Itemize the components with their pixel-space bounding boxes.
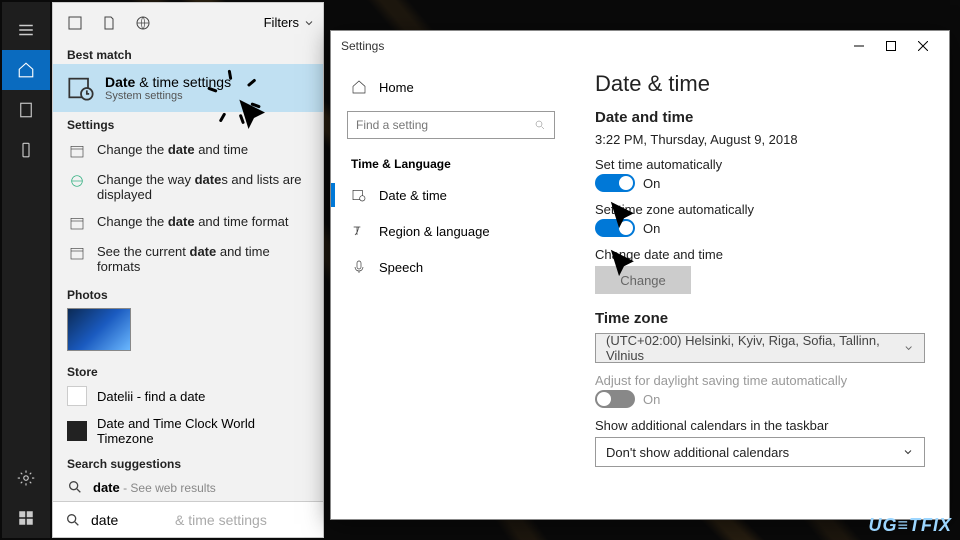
close-button[interactable] bbox=[907, 31, 939, 61]
documents-scope-icon[interactable] bbox=[95, 9, 123, 37]
filters-label: Filters bbox=[264, 15, 299, 30]
search-panel: Filters Best match Date & time settings … bbox=[52, 2, 324, 538]
store-section-label: Store bbox=[53, 359, 323, 381]
nav-region-lang[interactable]: Region & language bbox=[331, 213, 571, 249]
apps-scope-icon[interactable] bbox=[61, 9, 89, 37]
filters-dropdown[interactable]: Filters bbox=[264, 15, 315, 30]
auto-time-toggle[interactable] bbox=[595, 174, 635, 192]
calendar-icon bbox=[67, 142, 87, 160]
nav-speech[interactable]: Speech bbox=[331, 249, 571, 285]
page-title: Date & time bbox=[595, 71, 925, 97]
nav-home[interactable]: Home bbox=[331, 69, 571, 105]
home-icon bbox=[351, 79, 367, 95]
calendar-icon bbox=[67, 214, 87, 232]
minimize-button[interactable] bbox=[843, 31, 875, 61]
auto-tz-toggle[interactable] bbox=[595, 219, 635, 237]
titlebar[interactable]: Settings bbox=[331, 31, 949, 61]
calendar-select[interactable]: Don't show additional calendars bbox=[595, 437, 925, 467]
window-title: Settings bbox=[341, 39, 384, 53]
result-date-lists-format[interactable]: Change the way dates and lists are displ… bbox=[53, 166, 323, 208]
auto-tz-label: Set time zone automatically bbox=[595, 202, 925, 217]
store-item-world-clock[interactable]: Date and Time Clock World Timezone bbox=[53, 411, 323, 451]
web-suggestion[interactable]: date - See web results bbox=[53, 473, 323, 501]
best-match-title: Date & time settings bbox=[105, 74, 231, 90]
search-box[interactable]: & time settings bbox=[53, 501, 323, 537]
calendar-icon bbox=[67, 244, 87, 262]
photos-section-label: Photos bbox=[53, 282, 323, 304]
settings-section-label: Settings bbox=[53, 112, 323, 134]
nav-date-time[interactable]: Date & time bbox=[331, 177, 571, 213]
toggle-state: On bbox=[643, 176, 660, 191]
find-setting-input[interactable]: Find a setting bbox=[347, 111, 555, 139]
web-scope-icon[interactable] bbox=[129, 9, 157, 37]
chevron-down-icon bbox=[303, 17, 315, 29]
start-icon[interactable] bbox=[2, 498, 50, 538]
toggle-state: On bbox=[643, 392, 660, 407]
photo-thumbnail[interactable] bbox=[67, 308, 131, 351]
app-icon bbox=[67, 386, 87, 406]
current-datetime: 3:22 PM, Thursday, August 9, 2018 bbox=[595, 132, 925, 147]
menu-icon[interactable] bbox=[2, 10, 50, 50]
home-icon[interactable] bbox=[2, 50, 50, 90]
settings-gear-icon[interactable] bbox=[2, 458, 50, 498]
microphone-icon bbox=[351, 259, 367, 275]
cortana-rail bbox=[2, 2, 50, 538]
auto-time-label: Set time automatically bbox=[595, 157, 925, 172]
search-icon bbox=[67, 479, 83, 495]
best-match-subtitle: System settings bbox=[105, 90, 231, 102]
settings-content: Date & time Date and time 3:22 PM, Thurs… bbox=[571, 61, 949, 519]
globe-icon bbox=[67, 172, 87, 190]
chevron-down-icon bbox=[902, 446, 914, 458]
best-match-result[interactable]: Date & time settings System settings bbox=[53, 64, 323, 112]
change-dt-label: Change date and time bbox=[595, 247, 925, 262]
timezone-select[interactable]: (UTC+02:00) Helsinki, Kyiv, Riga, Sofia,… bbox=[595, 333, 925, 363]
section-heading: Date and time bbox=[595, 109, 925, 126]
cal-label: Show additional calendars in the taskbar bbox=[595, 418, 925, 433]
settings-window: Settings Home Find a setting Time & Lang… bbox=[330, 30, 950, 520]
search-scope-bar: Filters bbox=[53, 3, 323, 42]
calendar-clock-icon bbox=[67, 74, 95, 102]
settings-results: Change the date and time Change the way … bbox=[53, 134, 323, 282]
language-icon bbox=[351, 223, 367, 239]
nav-group-label: Time & Language bbox=[331, 151, 571, 177]
search-ghost-text: & time settings bbox=[175, 512, 267, 528]
toggle-state: On bbox=[643, 221, 660, 236]
calendar-clock-icon bbox=[351, 187, 367, 203]
store-item-datelii[interactable]: Datelii - find a date bbox=[53, 381, 323, 411]
change-button: Change bbox=[595, 266, 691, 294]
search-icon bbox=[65, 512, 81, 528]
maximize-button[interactable] bbox=[875, 31, 907, 61]
tz-heading: Time zone bbox=[595, 310, 925, 327]
notebook-icon[interactable] bbox=[2, 90, 50, 130]
dst-label: Adjust for daylight saving time automati… bbox=[595, 373, 925, 388]
best-match-label: Best match bbox=[53, 42, 323, 64]
search-icon bbox=[534, 119, 546, 131]
device-icon[interactable] bbox=[2, 130, 50, 170]
result-date-time-format[interactable]: Change the date and time format bbox=[53, 208, 323, 238]
suggestions-section-label: Search suggestions bbox=[53, 451, 323, 473]
settings-nav: Home Find a setting Time & Language Date… bbox=[331, 61, 571, 519]
dst-toggle bbox=[595, 390, 635, 408]
chevron-down-icon bbox=[903, 342, 914, 354]
app-icon bbox=[67, 421, 87, 441]
watermark: UG≡TFIX bbox=[869, 515, 953, 536]
result-change-date-time[interactable]: Change the date and time bbox=[53, 136, 323, 166]
result-see-current-formats[interactable]: See the current date and time formats bbox=[53, 238, 323, 280]
